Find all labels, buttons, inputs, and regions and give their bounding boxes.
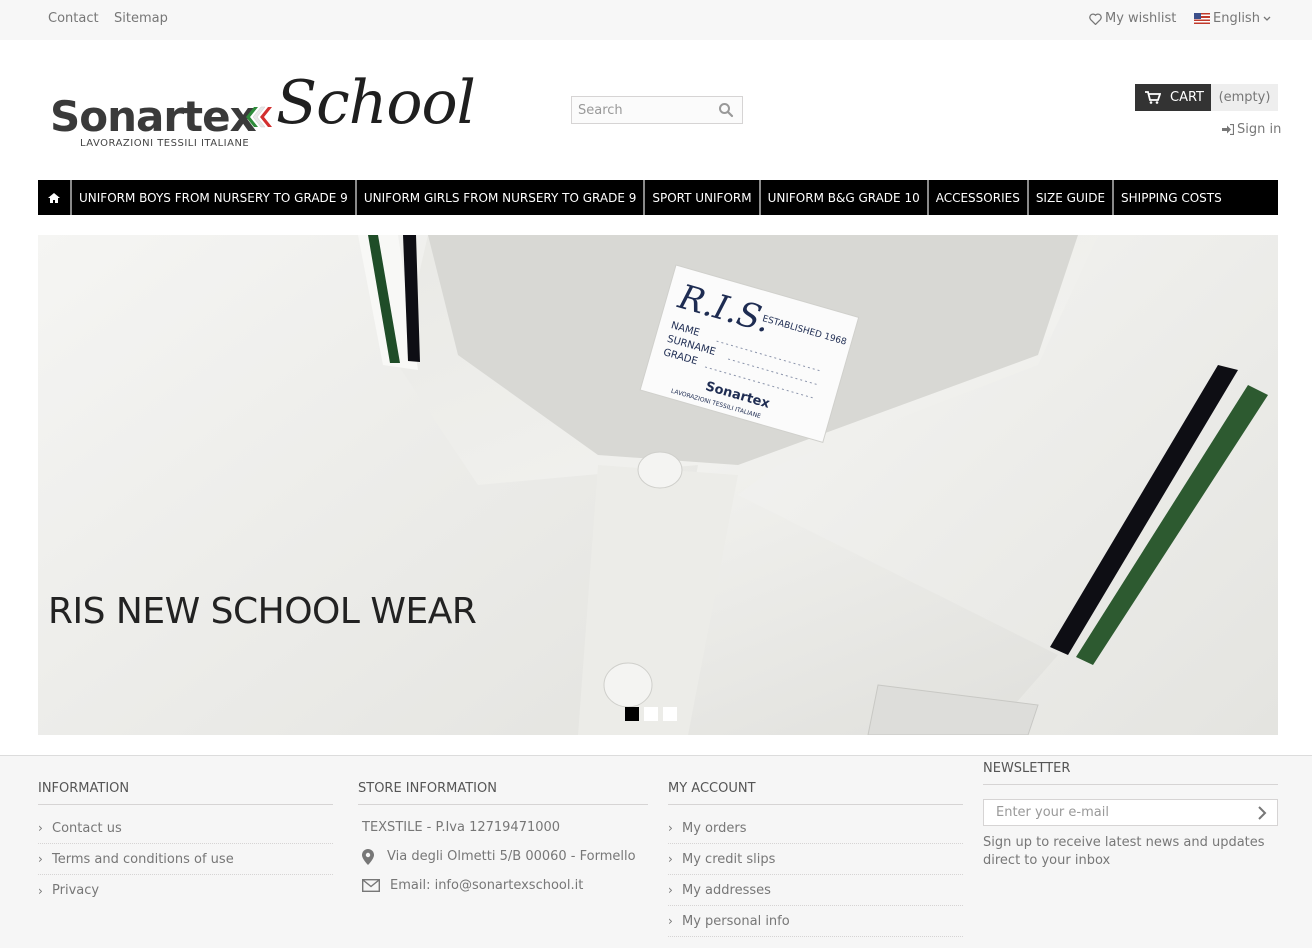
slide-caption: RIS NEW SCHOOL WEAR — [48, 591, 477, 632]
slider-dot-1[interactable] — [625, 707, 639, 721]
footer-link-privacy[interactable]: › Privacy — [38, 875, 333, 906]
newsletter-email-input[interactable] — [984, 800, 1244, 825]
envelope-icon — [362, 879, 380, 892]
home-icon — [48, 192, 60, 203]
slider-dot-3[interactable] — [663, 707, 677, 721]
sign-in-label: Sign in — [1237, 122, 1282, 137]
top-bar: Contact Sitemap My wishlist English — [0, 0, 1312, 40]
store-email[interactable]: Email: info@sonartexschool.it — [358, 871, 648, 900]
nav-home[interactable] — [38, 180, 70, 215]
nav-uniform-girls[interactable]: UNIFORM GIRLS FROM NURSERY TO GRADE 9 — [354, 180, 644, 215]
footer-link-credit-slips[interactable]: › My credit slips — [668, 844, 963, 875]
language-selector[interactable]: English — [1194, 11, 1271, 26]
nav-shipping-costs[interactable]: SHIPPING COSTS — [1112, 180, 1229, 215]
us-flag-icon — [1194, 13, 1210, 24]
footer-store-information: STORE INFORMATION TEXSTILE - P.Iva 12719… — [358, 781, 648, 900]
nav-size-guide[interactable]: SIZE GUIDE — [1026, 180, 1112, 215]
cart-block[interactable]: CART (empty) — [1135, 84, 1278, 111]
footer-newsletter: NEWSLETTER Sign up to receive latest new… — [983, 761, 1278, 870]
footer-link-label: My addresses — [682, 882, 771, 898]
footer-link-personal-info[interactable]: › My personal info — [668, 906, 963, 937]
map-marker-icon — [362, 848, 374, 865]
cart-status: (empty) — [1211, 84, 1278, 111]
footer-link-label: Privacy — [52, 883, 100, 898]
store-information-title: STORE INFORMATION — [358, 781, 648, 805]
footer-link-label: My credit slips — [682, 851, 776, 867]
footer-link-label: Terms and conditions of use — [52, 851, 234, 867]
nav-sport-uniform[interactable]: SPORT UNIFORM — [643, 180, 758, 215]
footer-link-label: My orders — [682, 820, 747, 836]
footer-link-terms[interactable]: › Terms and conditions of use — [38, 844, 333, 875]
store-company: TEXSTILE - P.Iva 12719471000 — [358, 813, 648, 842]
footer-information: INFORMATION › Contact us › Terms and condi… — [38, 781, 333, 906]
footer-link-my-orders[interactable]: › My orders — [668, 813, 963, 844]
chevron-down-icon — [1263, 16, 1271, 21]
chevron-right-icon: › — [668, 821, 673, 835]
slider-dot-2[interactable] — [644, 707, 658, 721]
store-company-text: TEXSTILE - P.Iva 12719471000 — [362, 820, 561, 835]
contact-link[interactable]: Contact — [48, 11, 99, 26]
chevron-right-icon: › — [668, 883, 673, 897]
wishlist-label: My wishlist — [1105, 11, 1177, 26]
footer-link-contact-us[interactable]: › Contact us — [38, 813, 333, 844]
search-input[interactable] — [572, 97, 712, 123]
footer-link-addresses[interactable]: › My addresses — [668, 875, 963, 906]
information-title: INFORMATION — [38, 781, 333, 805]
store-address: Via degli Olmetti 5/B 00060 - Formello — [358, 842, 648, 871]
nav-uniform-grade-10[interactable]: UNIFORM B&G GRADE 10 — [758, 180, 927, 215]
chevron-right-icon: › — [668, 914, 673, 928]
language-label: English — [1213, 11, 1260, 26]
logo-brand: Sonartex — [50, 92, 257, 141]
wishlist-link[interactable]: My wishlist — [1089, 11, 1176, 26]
logo-tagline: LAVORAZIONI TESSILI ITALIANE — [80, 138, 250, 149]
footer: INFORMATION › Contact us › Terms and condi… — [0, 755, 1312, 948]
chevron-right-icon[interactable] — [1255, 805, 1269, 821]
logo-chevrons-icon — [246, 106, 272, 128]
heart-icon — [1089, 12, 1102, 25]
cart-icon — [1145, 91, 1161, 104]
homepage-slider[interactable]: R.I.S. ESTABLISHED 1968 NAME SURNAME GRA… — [38, 235, 1278, 735]
logo-school: School — [276, 68, 476, 138]
footer-my-account: MY ACCOUNT › My orders › My credit slips ›… — [668, 781, 963, 937]
store-address-text: Via degli Olmetti 5/B 00060 - Formello — [387, 849, 636, 864]
chevron-right-icon: › — [38, 821, 43, 835]
footer-link-label: My personal info — [682, 913, 790, 929]
chevron-right-icon: › — [38, 852, 43, 866]
newsletter-title: NEWSLETTER — [983, 761, 1278, 785]
nav-uniform-boys[interactable]: UNIFORM BOYS FROM NURSERY TO GRADE 9 — [70, 180, 355, 215]
chevron-right-icon: › — [668, 852, 673, 866]
polo-shirt-image: R.I.S. ESTABLISHED 1968 NAME SURNAME GRA… — [38, 235, 1278, 735]
site-logo[interactable]: Sonartex School LAVORAZIONI TESSILI ITAL… — [48, 66, 476, 158]
cart-button[interactable]: CART — [1135, 84, 1211, 111]
slider-pagination — [625, 707, 677, 721]
chevron-right-icon: › — [38, 883, 43, 898]
sign-in-icon — [1222, 124, 1234, 135]
sign-in-link[interactable]: Sign in — [1222, 122, 1281, 137]
newsletter-description: Sign up to receive latest news and updat… — [983, 835, 1265, 868]
nav-accessories[interactable]: ACCESSORIES — [926, 180, 1027, 215]
footer-link-label: Contact us — [52, 820, 122, 836]
search-icon[interactable] — [718, 102, 734, 118]
sitemap-link[interactable]: Sitemap — [114, 11, 168, 26]
newsletter-form — [983, 799, 1278, 826]
store-email-text: Email: info@sonartexschool.it — [390, 878, 584, 893]
search-box — [571, 96, 743, 124]
my-account-title: MY ACCOUNT — [668, 781, 963, 805]
main-nav: UNIFORM BOYS FROM NURSERY TO GRADE 9 UNI… — [38, 180, 1278, 215]
cart-label: CART — [1170, 90, 1204, 105]
